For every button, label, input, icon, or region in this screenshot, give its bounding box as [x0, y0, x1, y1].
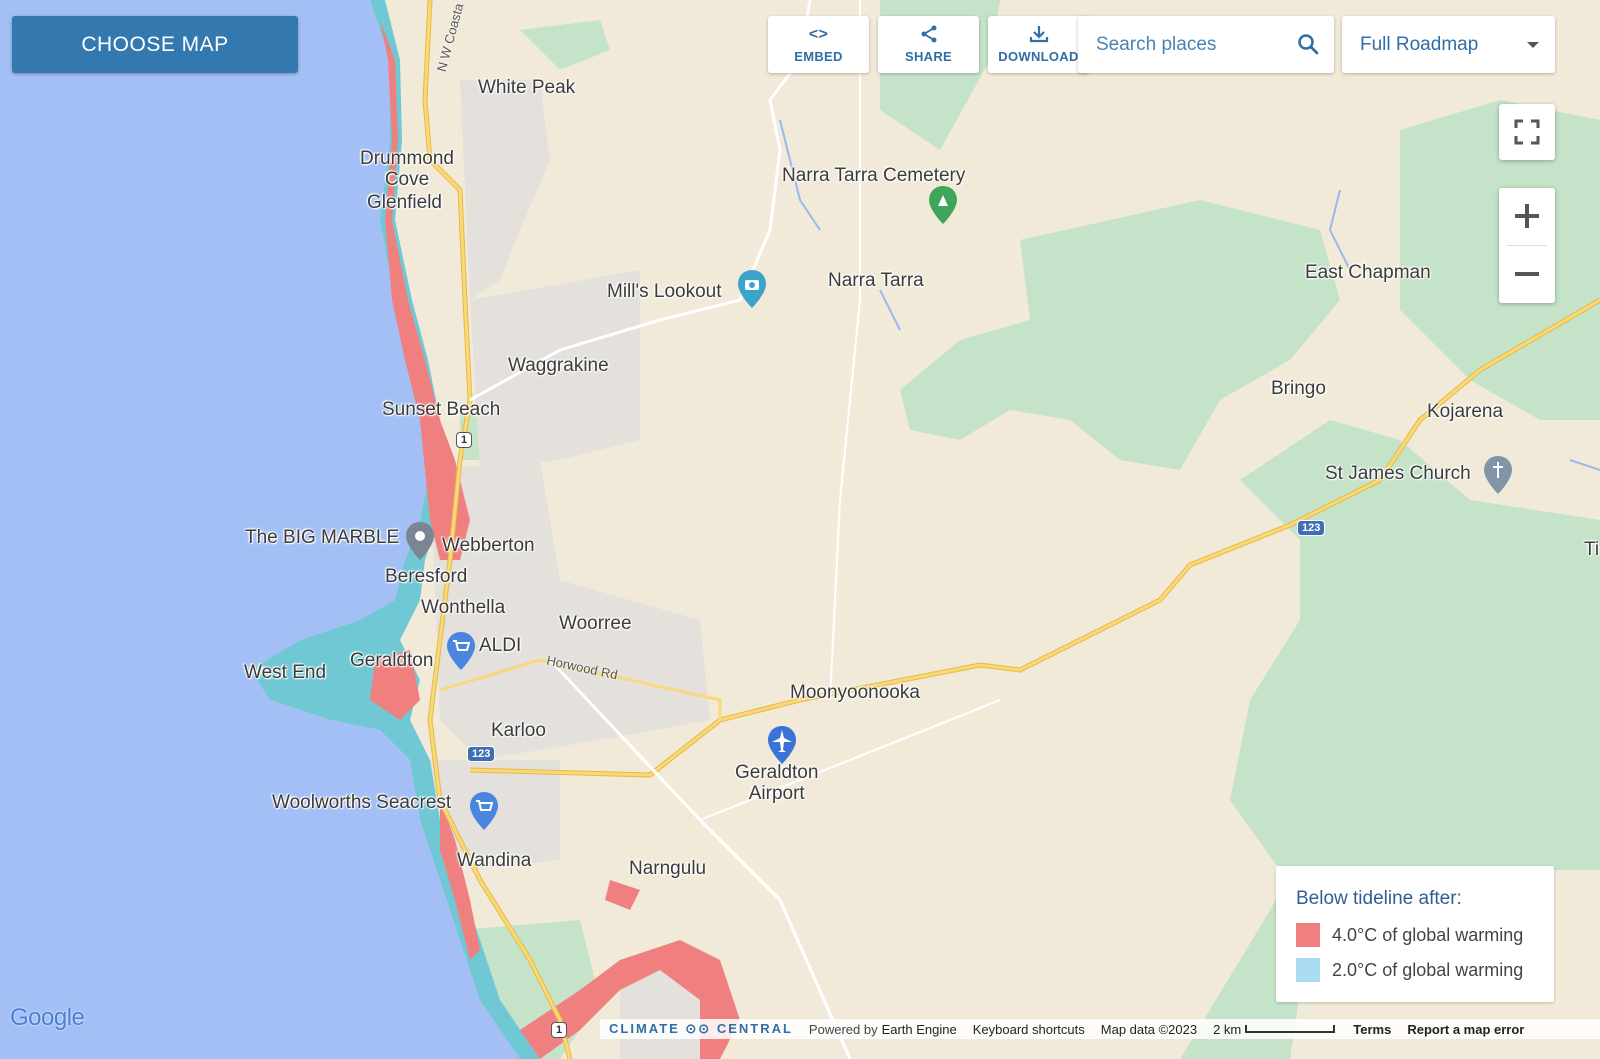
- fullscreen-button[interactable]: [1499, 104, 1555, 160]
- embed-label: EMBED: [794, 49, 843, 64]
- place-wandina: Wandina: [457, 850, 532, 871]
- place-drummond-cove: Drummond Cove: [360, 148, 454, 190]
- place-karloo: Karloo: [491, 720, 546, 741]
- highway-1-shield-south: 1: [551, 1022, 568, 1038]
- map-type-select[interactable]: Full Roadmap: [1342, 16, 1555, 73]
- place-beresford: Beresford: [385, 566, 468, 587]
- minus-icon: [1515, 272, 1539, 276]
- highway-123-shield: 123: [1297, 520, 1326, 536]
- highway-1-shield: 1: [456, 432, 473, 448]
- zoom-in-button[interactable]: [1499, 188, 1555, 245]
- place-woolworths-seacrest: Woolworths Seacrest: [272, 792, 452, 813]
- legend-title: Below tideline after:: [1296, 888, 1462, 909]
- code-icon: <>: [808, 26, 829, 43]
- share-button[interactable]: SHARE: [878, 16, 979, 73]
- download-label: DOWNLOAD: [998, 49, 1079, 64]
- cemetery-pin-icon[interactable]: [927, 186, 959, 226]
- place-bringo: Bringo: [1271, 378, 1326, 399]
- download-button[interactable]: DOWNLOAD: [988, 16, 1089, 73]
- chevron-down-icon: [1527, 42, 1539, 48]
- landmark-pin-icon[interactable]: [404, 522, 436, 562]
- camera-pin-icon[interactable]: [736, 270, 768, 310]
- place-narngulu: Narngulu: [629, 858, 707, 879]
- place-mills-lookout: Mill's Lookout: [607, 281, 722, 302]
- fullscreen-icon: [1514, 119, 1540, 145]
- place-white-peak: White Peak: [478, 77, 576, 98]
- place-webberton: Webberton: [442, 535, 535, 556]
- powered-by-text: Powered by: [808, 1021, 878, 1037]
- map-data-text: Map data ©2023: [1100, 1021, 1198, 1037]
- place-st-james-church: St James Church: [1325, 463, 1471, 484]
- place-kojarena: Kojarena: [1427, 401, 1504, 422]
- church-pin-icon[interactable]: [1482, 456, 1514, 496]
- legend-item-4c: 4.0°C of global warming: [1296, 923, 1523, 947]
- place-ti: Ti: [1584, 539, 1600, 560]
- place-wonthella: Wonthella: [421, 597, 506, 618]
- choose-map-button[interactable]: CHOOSE MAP: [12, 16, 298, 73]
- place-sunset-beach: Sunset Beach: [382, 399, 501, 420]
- legend-label-2c: 2.0°C of global warming: [1332, 959, 1524, 980]
- shopping-cart-pin-icon[interactable]: [445, 632, 477, 672]
- search-icon[interactable]: [1296, 32, 1320, 56]
- place-geraldton-airport: Geraldton Airport: [735, 762, 819, 804]
- attribution-bar: CLIMATE ⊙⊙ CENTRAL Powered by Earth Engi…: [600, 1019, 1600, 1039]
- place-narra-tarra: Narra Tarra: [828, 270, 924, 291]
- place-west-end: West End: [244, 662, 327, 683]
- google-logo: Google: [10, 1004, 85, 1031]
- legend-panel: Below tideline after: 4.0°C of global wa…: [1276, 866, 1554, 1002]
- place-narra-tarra-cemetery: Narra Tarra Cemetery: [782, 165, 966, 186]
- place-east-chapman: East Chapman: [1305, 262, 1431, 283]
- terms-link[interactable]: Terms: [1353, 1022, 1391, 1037]
- place-moonyoonooka: Moonyoonooka: [790, 682, 920, 703]
- place-woorree: Woorree: [559, 613, 632, 634]
- airport-pin-icon[interactable]: [766, 726, 798, 766]
- place-aldi: ALDI: [479, 635, 522, 656]
- place-big-marble: The BIG MARBLE: [245, 527, 400, 548]
- search-input[interactable]: [1094, 30, 1288, 60]
- share-label: SHARE: [904, 49, 952, 64]
- earth-engine-link[interactable]: Earth Engine: [882, 1022, 957, 1037]
- share-icon: [920, 25, 938, 45]
- place-geraldton: Geraldton: [350, 650, 434, 671]
- legend-item-2c: 2.0°C of global warming: [1296, 958, 1523, 982]
- plus-icon: [1515, 204, 1539, 228]
- scale-bar: [1245, 1025, 1336, 1033]
- highway-123-shield-west: 123: [467, 746, 496, 762]
- keyboard-shortcuts-link[interactable]: Keyboard shortcuts: [973, 1022, 1085, 1037]
- scale-label: 2 km: [1213, 1021, 1242, 1037]
- legend-swatch-4c: [1296, 923, 1320, 947]
- report-map-error-link[interactable]: Report a map error: [1407, 1022, 1524, 1037]
- search-box: [1078, 16, 1334, 73]
- legend-label-4c: 4.0°C of global warming: [1332, 924, 1524, 945]
- place-glenfield: Glenfield: [367, 192, 442, 213]
- place-waggrakine: Waggrakine: [508, 355, 609, 376]
- map-type-value: Full Roadmap: [1360, 34, 1479, 55]
- download-icon: [1029, 25, 1049, 45]
- shopping-cart-pin-icon-2[interactable]: [468, 792, 500, 832]
- zoom-control: [1499, 188, 1555, 303]
- zoom-out-button[interactable]: [1499, 246, 1555, 303]
- embed-button[interactable]: <> EMBED: [768, 16, 869, 73]
- legend-swatch-2c: [1296, 958, 1320, 982]
- climate-central-logo[interactable]: CLIMATE ⊙⊙ CENTRAL: [609, 1021, 793, 1037]
